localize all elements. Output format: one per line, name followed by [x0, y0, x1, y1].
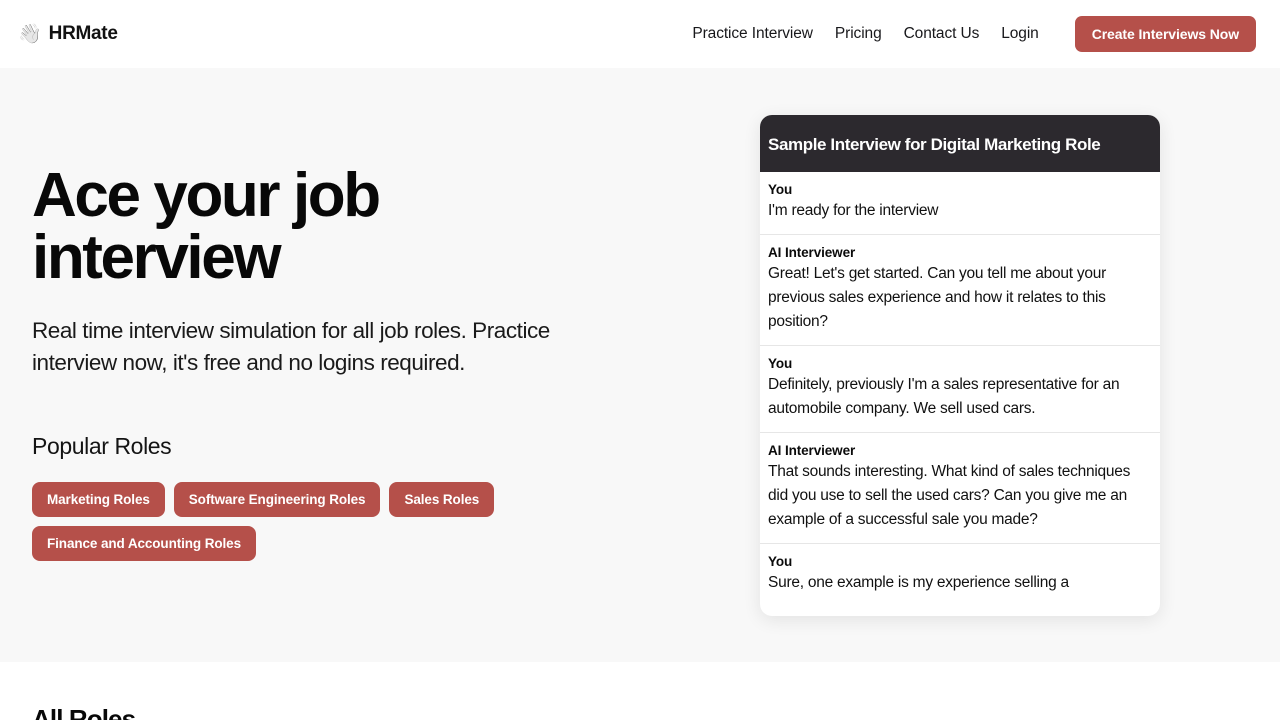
- message-author: You: [768, 554, 793, 569]
- nav-item-pricing[interactable]: Pricing: [835, 25, 882, 43]
- message-author: AI Interviewer: [768, 245, 856, 260]
- message-text: That sounds interesting. What kind of sa…: [768, 463, 1131, 528]
- role-tag-marketing[interactable]: Marketing Roles: [32, 482, 165, 517]
- hero-left-column: Ace your job interview Real time intervi…: [32, 68, 760, 662]
- sample-interview-card-header: Sample Interview for Digital Marketing R…: [760, 115, 1160, 172]
- role-tag-software-engineering[interactable]: Software Engineering Roles: [173, 482, 381, 517]
- message-author: You: [768, 182, 793, 197]
- hero-right-column: Sample Interview for Digital Marketing R…: [760, 68, 1248, 662]
- transcript-message: You I'm ready for the interview: [760, 172, 1160, 235]
- hero-subtitle: Real time interview simulation for all j…: [32, 318, 550, 375]
- transcript-message: AI Interviewer Great! Let's get started.…: [760, 235, 1160, 346]
- message-text: Great! Let's get started. Can you tell m…: [768, 265, 1107, 330]
- transcript-message: You Definitely, previously I'm a sales r…: [760, 346, 1160, 433]
- sample-interview-card-title: Sample Interview for Digital Marketing R…: [768, 135, 1101, 154]
- role-tag-finance-and-accounting[interactable]: Finance and Accounting Roles: [32, 526, 256, 561]
- hero-section: Ace your job interview Real time intervi…: [0, 68, 1280, 662]
- message-author: You: [768, 356, 793, 371]
- brand-name: HRMate: [48, 23, 118, 44]
- nav-item-practice-interview[interactable]: Practice Interview: [692, 25, 813, 43]
- sample-interview-card: Sample Interview for Digital Marketing R…: [760, 115, 1160, 616]
- all-roles-section: All Roles: [0, 662, 1280, 720]
- page-title: Ace your job interview: [32, 161, 381, 292]
- brand-logo[interactable]: 👋 HRMate: [18, 23, 118, 45]
- transcript-message: AI Interviewer That sounds interesting. …: [760, 433, 1160, 544]
- waving-hand-icon: 👋: [18, 23, 42, 45]
- role-tag-sales[interactable]: Sales Roles: [389, 482, 495, 517]
- popular-roles-heading: Popular Roles: [32, 433, 172, 459]
- all-roles-heading: All Roles: [32, 704, 136, 720]
- message-text: Definitely, previously I'm a sales repre…: [768, 376, 1120, 417]
- nav-links-group: Practice Interview Pricing Contact Us Lo…: [692, 16, 1256, 52]
- create-interviews-now-button[interactable]: Create Interviews Now: [1074, 16, 1256, 52]
- message-text: Sure, one example is my experience selli…: [768, 574, 1069, 591]
- top-navbar: 👋 HRMate Practice Interview Pricing Cont…: [0, 0, 1280, 68]
- nav-item-contact-us[interactable]: Contact Us: [904, 25, 980, 43]
- popular-roles-list: Marketing Roles Software Engineering Rol…: [32, 482, 552, 561]
- nav-item-login[interactable]: Login: [1001, 25, 1039, 43]
- sample-interview-transcript[interactable]: You I'm ready for the interview AI Inter…: [760, 172, 1160, 616]
- message-author: AI Interviewer: [768, 443, 856, 458]
- transcript-message: You Sure, one example is my experience s…: [760, 544, 1160, 606]
- message-text: I'm ready for the interview: [768, 202, 939, 219]
